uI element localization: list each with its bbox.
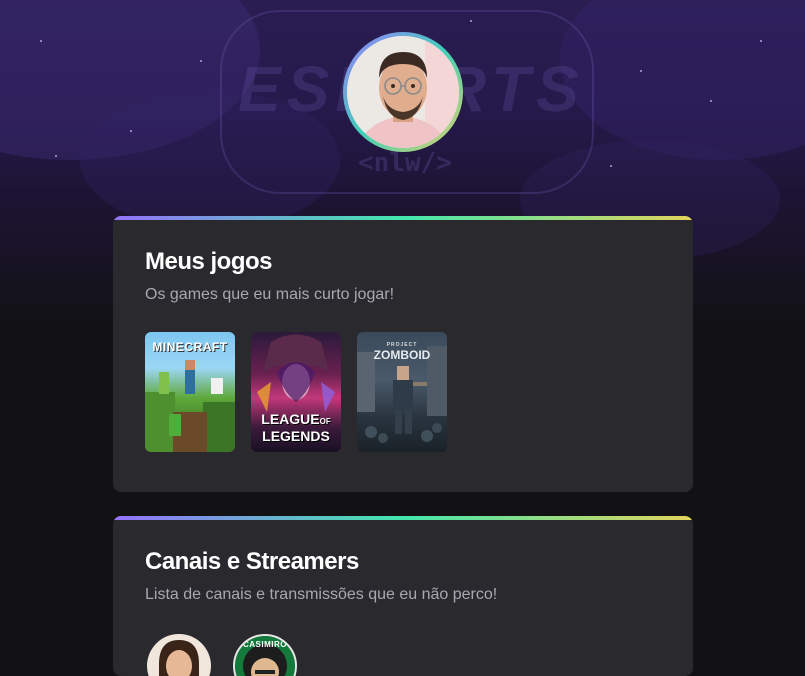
avatar-photo bbox=[347, 36, 459, 148]
streamer-avatar-1[interactable] bbox=[147, 634, 211, 676]
background-logo-subtext: <nlw/> bbox=[358, 148, 452, 178]
league-title: LEAGUEOF LEGENDS bbox=[251, 412, 341, 444]
game-minecraft[interactable]: MINECRAFT bbox=[145, 332, 235, 452]
streamer-1-photo bbox=[147, 634, 211, 676]
streamers-card-subtitle: Lista de canais e transmissões que eu nã… bbox=[145, 586, 498, 603]
minecraft-title: MINECRAFT bbox=[152, 340, 228, 354]
streamer-avatar-2[interactable]: CASIMIRO bbox=[233, 634, 297, 676]
games-card: Meus jogos Os games que eu mais curto jo… bbox=[113, 216, 693, 492]
games-card-title: Meus jogos bbox=[145, 248, 273, 275]
streamer-2-badge-text: CASIMIRO bbox=[243, 640, 287, 649]
streamers-card-title: Canais e Streamers bbox=[145, 548, 359, 575]
streamers-card: Canais e Streamers Lista de canais e tra… bbox=[113, 516, 693, 676]
league-title-line1: LEAGUE bbox=[261, 411, 320, 427]
profile-avatar bbox=[343, 32, 463, 152]
game-project-zomboid[interactable]: PROJECT ZOMBOID bbox=[357, 332, 447, 452]
person-illustration bbox=[347, 36, 459, 148]
game-league-of-legends[interactable]: LEAGUEOF LEGENDS bbox=[251, 332, 341, 452]
league-title-line2: LEGENDS bbox=[262, 428, 330, 444]
games-card-subtitle: Os games que eu mais curto jogar! bbox=[145, 286, 395, 303]
league-title-of: OF bbox=[319, 417, 331, 426]
zomboid-title: ZOMBOID bbox=[373, 348, 431, 362]
